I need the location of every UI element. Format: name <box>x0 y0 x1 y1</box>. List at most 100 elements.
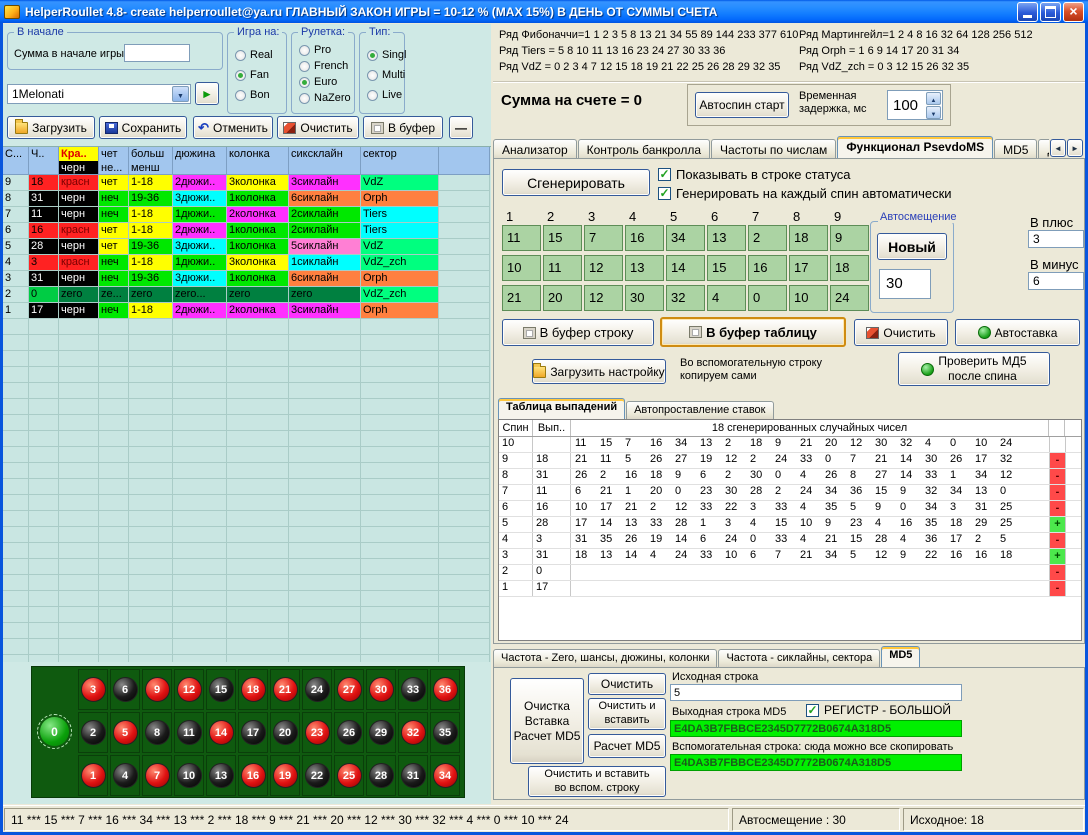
board-number-22[interactable]: 22 <box>302 755 332 796</box>
spins-row[interactable]: 20- <box>499 565 1081 581</box>
history-row[interactable]: 831черннеч19-363дюжи..1колонка6сиклайнOr… <box>3 191 491 207</box>
history-col-header[interactable]: Ч.. <box>29 147 59 175</box>
board-number-35[interactable]: 35 <box>430 712 460 753</box>
load-button[interactable]: Загрузить <box>7 116 95 139</box>
board-number-15[interactable]: 15 <box>206 669 236 710</box>
to-buffer-button[interactable]: В буфер <box>363 116 443 139</box>
history-col-header[interactable]: С... <box>3 147 29 175</box>
board-number-4[interactable]: 4 <box>110 755 140 796</box>
check-md5-button[interactable]: Проверить МД5 после спина <box>898 352 1050 386</box>
save-button[interactable]: Сохранить <box>99 116 187 139</box>
radio-Real[interactable]: Real <box>232 45 284 65</box>
board-number-8[interactable]: 8 <box>142 712 172 753</box>
autoshift-value[interactable]: 30 <box>879 269 931 299</box>
radio-Live[interactable]: Live <box>364 85 402 105</box>
tab-Контроль банкролла[interactable]: Контроль банкролла <box>578 139 710 159</box>
play-button[interactable] <box>195 82 219 105</box>
tab-Анализатор[interactable]: Анализатор <box>493 139 577 159</box>
history-row[interactable]: 43красннеч1-181дюжи..3колонка1сиклайнVdZ… <box>3 255 491 271</box>
board-number-31[interactable]: 31 <box>398 755 428 796</box>
board-number-34[interactable]: 34 <box>430 755 460 796</box>
maximize-button[interactable] <box>1040 2 1061 22</box>
radio-Pro[interactable]: Pro <box>296 42 352 58</box>
board-number-18[interactable]: 18 <box>238 669 268 710</box>
plus-value[interactable]: 3 <box>1028 230 1084 248</box>
history-row[interactable]: 331черннеч19-363дюжи..1колонка6сиклайнOr… <box>3 271 491 287</box>
board-number-6[interactable]: 6 <box>110 669 140 710</box>
board-number-32[interactable]: 32 <box>398 712 428 753</box>
tab-Частоты по числам[interactable]: Частоты по числам <box>711 139 836 159</box>
spinner-up-icon[interactable] <box>926 92 941 105</box>
aux-string-field[interactable]: E4DA3B7FBBCE2345D7772B0674A318D5 <box>670 754 962 771</box>
minimize-button[interactable] <box>1017 2 1038 22</box>
spinner-down-icon[interactable] <box>926 106 941 119</box>
radio-Euro[interactable]: Euro <box>296 74 352 90</box>
board-number-23[interactable]: 23 <box>302 712 332 753</box>
col-generated[interactable]: 18 сгенерированных случайных чисел <box>571 420 1049 436</box>
radio-Fan[interactable]: Fan <box>232 65 284 85</box>
board-number-27[interactable]: 27 <box>334 669 364 710</box>
delay-spinner[interactable]: 100 <box>887 90 943 120</box>
col-spin[interactable]: Спин <box>499 420 533 436</box>
board-number-33[interactable]: 33 <box>398 669 428 710</box>
col-result[interactable]: Вып.. <box>533 420 571 436</box>
radio-Multi[interactable]: Multi <box>364 65 402 85</box>
board-number-5[interactable]: 5 <box>110 712 140 753</box>
dropdown-arrow-icon[interactable] <box>172 86 189 102</box>
close-button[interactable] <box>1063 2 1084 22</box>
clear-history-button[interactable]: Очистить <box>277 116 359 139</box>
spins-row[interactable]: 3311813144243310672134512922161618+ <box>499 549 1081 565</box>
undo-button[interactable]: Отменить <box>193 116 273 139</box>
tab-Частота - Zero, шансы, дюжины, колонки[interactable]: Частота - Zero, шансы, дюжины, колонки <box>493 649 717 667</box>
tab-Частота - сиклайны, сектора[interactable]: Частота - сиклайны, сектора <box>718 649 880 667</box>
md5-clear-insert-button[interactable]: Очистить и вставить <box>588 698 666 730</box>
start-sum-input[interactable] <box>124 44 190 62</box>
history-row[interactable]: 117черннеч1-182дюжи..2колонка3сиклайнOrp… <box>3 303 491 319</box>
board-number-9[interactable]: 9 <box>142 669 172 710</box>
history-row[interactable]: 616краснчет1-182дюжи..1колонка2сиклайнTi… <box>3 223 491 239</box>
board-number-14[interactable]: 14 <box>206 712 236 753</box>
radio-NaZero[interactable]: NaZero <box>296 90 352 106</box>
generate-button[interactable]: Сгенерировать <box>502 169 650 196</box>
board-number-20[interactable]: 20 <box>270 712 300 753</box>
spins-row[interactable]: 61610172121233223334355903433125- <box>499 501 1081 517</box>
tab-Автопроставление ставок[interactable]: Автопроставление ставок <box>626 401 773 419</box>
board-number-10[interactable]: 10 <box>174 755 204 796</box>
board-number-3[interactable]: 3 <box>78 669 108 710</box>
tab-Функционал PsevdoMS[interactable]: Функционал PsevdoMS <box>837 136 993 159</box>
board-number-13[interactable]: 13 <box>206 755 236 796</box>
spins-row[interactable]: 8312621618962300426827143313412- <box>499 469 1081 485</box>
board-number-0[interactable]: 0 <box>40 717 69 746</box>
history-col-header[interactable]: колонка <box>227 147 289 175</box>
tab-scroll-left-icon[interactable] <box>1050 139 1066 157</box>
history-col-header[interactable]: сектор <box>361 147 439 175</box>
board-number-2[interactable]: 2 <box>78 712 108 753</box>
tab-Таблица выпадений[interactable]: Таблица выпадений <box>498 398 625 419</box>
autobet-button[interactable]: Автоставка <box>955 319 1080 346</box>
history-col-header[interactable]: Кра..черн <box>59 147 99 175</box>
board-number-26[interactable]: 26 <box>334 712 364 753</box>
history-col-header[interactable]: дюжина <box>173 147 227 175</box>
history-col-header[interactable] <box>439 147 490 175</box>
preset-combo[interactable]: 1Melonati <box>7 84 191 104</box>
board-number-19[interactable]: 19 <box>270 755 300 796</box>
board-number-11[interactable]: 11 <box>174 712 204 753</box>
board-number-29[interactable]: 29 <box>366 712 396 753</box>
source-string-input[interactable] <box>670 684 962 701</box>
spins-row[interactable]: 43313526191462403342115284361725- <box>499 533 1081 549</box>
board-number-12[interactable]: 12 <box>174 669 204 710</box>
md5-calc-button[interactable]: Расчет MD5 <box>588 734 666 758</box>
tab-MD5[interactable]: MD5 <box>994 139 1037 159</box>
board-number-30[interactable]: 30 <box>366 669 396 710</box>
md5-clear-button[interactable]: Очистить <box>588 673 666 695</box>
board-number-17[interactable]: 17 <box>238 712 268 753</box>
checkbox-show-in-status[interactable]: Показывать в строке статуса <box>658 167 851 182</box>
tab-MD5[interactable]: MD5 <box>881 646 920 667</box>
spins-row[interactable]: 101115716341321892120123032401024 <box>499 437 1081 453</box>
clear-grid-button[interactable]: Очистить <box>854 319 948 346</box>
spins-row[interactable]: 117- <box>499 581 1081 597</box>
spins-row[interactable]: 711621120023302822434361593234130- <box>499 485 1081 501</box>
history-row[interactable]: 918краснчет1-182дюжи..3колонка3сиклайнVd… <box>3 175 491 191</box>
spins-row[interactable]: 5281714133328134151092341635182925+ <box>499 517 1081 533</box>
history-col-header[interactable]: сиксклайн <box>289 147 361 175</box>
